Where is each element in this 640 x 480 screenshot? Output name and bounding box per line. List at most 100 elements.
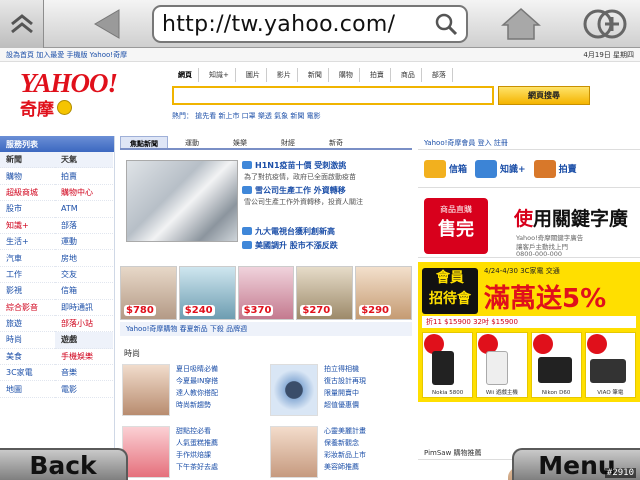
sidebar-item[interactable]: ATM — [55, 201, 113, 218]
sidebar-item[interactable]: 房地 — [55, 250, 113, 267]
feature-line[interactable]: 夏日吸睛必備 — [176, 364, 264, 376]
promo-links-text[interactable]: Yahoo!奇摩購物 春夏新品 下殺 品牌週 — [126, 324, 247, 334]
page-viewport[interactable]: 設為首頁 加入最愛 手機版 Yahoo!奇摩 4月19日 星期四 YAHOO! … — [0, 48, 640, 480]
member-links[interactable]: Yahoo!奇摩會員 登入 註冊 — [424, 138, 508, 148]
news-tab[interactable]: 娛樂 — [216, 136, 264, 148]
promo-item[interactable]: $270 — [296, 266, 354, 320]
news-item[interactable]: H1N1疫苗十價 受刺激挑 — [242, 158, 410, 172]
search-tab[interactable]: 影片 — [271, 68, 298, 82]
feature-item[interactable]: 心靈美麗計畫 保養新觀念 彩妝新品上市 美容師推薦 — [268, 422, 413, 480]
news-headline[interactable]: H1N1疫苗十價 受刺激挑 — [255, 160, 346, 171]
search-tab[interactable]: 部落 — [426, 68, 453, 82]
sidebar-item[interactable]: 電影 — [55, 381, 113, 398]
news-tab[interactable]: 財經 — [264, 136, 312, 148]
url-text[interactable]: http://tw.yahoo.com/ — [162, 12, 426, 37]
sale-product[interactable]: Nikon D60 — [530, 332, 582, 398]
sidebar-item[interactable]: 工作 — [0, 267, 55, 284]
news-item[interactable]: 九大電視台獲利創新高 — [242, 224, 410, 238]
feature-item[interactable]: 甜點控必看 人氣蛋糕推薦 手作烘焙課 下午茶好去處 — [120, 422, 265, 480]
member-service-auction[interactable]: 拍賣 — [533, 159, 577, 178]
search-tab[interactable]: 商品 — [395, 68, 422, 82]
promo-item[interactable]: $780 — [120, 266, 177, 320]
sidebar-item[interactable]: 新聞 — [0, 152, 55, 169]
keyword-ad[interactable]: 商品直購 售完 使用關鍵字廣 Yahoo!奇摩關鍵字廣告 讓客戶主動找上門 08… — [418, 192, 640, 258]
sidebar-item[interactable]: 超級商城 — [0, 185, 55, 202]
feature-line[interactable]: 達人教你搭配 — [176, 388, 264, 400]
feature-line[interactable]: 時尚新趨勢 — [176, 400, 264, 412]
sidebar-item[interactable]: 3C家電 — [0, 365, 55, 382]
sidebar-item[interactable]: 影視 — [0, 283, 55, 300]
feature-item[interactable]: 夏日吸睛必備 今夏最IN穿搭 達人教你搭配 時尚新趨勢 — [120, 360, 265, 418]
news-photo[interactable] — [126, 160, 238, 242]
sidebar-item[interactable]: 地圖 — [0, 381, 55, 398]
feature-thumb[interactable] — [270, 426, 318, 478]
promo-item[interactable]: $370 — [237, 266, 295, 320]
news-item[interactable]: 雪公司生產工作 外資轉移 — [242, 183, 410, 197]
promo-item[interactable]: $240 — [178, 266, 236, 320]
feature-thumb[interactable] — [122, 426, 170, 478]
sidebar-item[interactable]: 股市 — [0, 201, 55, 218]
home-button[interactable] — [496, 0, 546, 48]
fan-bar-title[interactable]: PimSaw 購物推薦 — [424, 448, 482, 458]
feature-line[interactable]: 人氣蛋糕推薦 — [176, 438, 264, 450]
sidebar-item[interactable]: 即時通訊 — [55, 300, 113, 316]
sale-banner[interactable]: 會員 招待會 4/24-4/30 3C家電 交通 滿萬送5% 折11 $1590… — [418, 262, 640, 402]
sale-price-text[interactable]: 折11 $15900 32吋 $15900 — [426, 317, 518, 327]
sidebar-item[interactable]: 時尚 — [0, 332, 55, 349]
sidebar-item[interactable]: 信箱 — [55, 283, 113, 300]
sidebar-item[interactable]: 生活+ — [0, 234, 55, 251]
sidebar-item[interactable]: 運動 — [55, 234, 113, 251]
news-headline[interactable]: 美國調升 股市不漲反跌 — [255, 240, 338, 251]
search-tab[interactable]: 新聞 — [302, 68, 329, 82]
sidebar-item[interactable]: 知識+ — [0, 218, 55, 234]
news-tab[interactable]: 新奇 — [312, 136, 360, 148]
feature-line[interactable]: 超值優惠價 — [324, 400, 412, 412]
search-tab[interactable]: 拍賣 — [364, 68, 391, 82]
sidebar-item[interactable]: 遊戲 — [55, 332, 113, 349]
sidebar-item[interactable]: 部落 — [55, 218, 113, 234]
feature-line[interactable]: 限量開賣中 — [324, 388, 412, 400]
feature-line[interactable]: 今夏最IN穿搭 — [176, 376, 264, 388]
feature-line[interactable]: 復古設計再現 — [324, 376, 412, 388]
feature-thumb[interactable] — [270, 364, 318, 416]
feature-line[interactable]: 保養新觀念 — [324, 438, 412, 450]
yahoo-logo[interactable]: YAHOO! 奇摩 — [20, 68, 140, 122]
feature-line[interactable]: 手作烘焙課 — [176, 450, 264, 462]
url-bar[interactable]: http://tw.yahoo.com/ — [152, 5, 468, 43]
news-headline[interactable]: 雪公司生產工作 外資轉移 — [255, 185, 346, 196]
sidebar-item[interactable]: 手機娛樂 — [55, 349, 113, 366]
search-tab[interactable]: 知識+ — [203, 68, 236, 82]
search-tab[interactable]: 圖片 — [240, 68, 267, 82]
sidebar-item[interactable]: 美食 — [0, 349, 55, 366]
sidebar-item[interactable]: 天氣 — [55, 152, 113, 169]
sidebar-item[interactable]: 交友 — [55, 267, 113, 284]
sale-product[interactable]: Nokia 5800 — [422, 332, 474, 398]
search-tab[interactable]: 購物 — [333, 68, 360, 82]
search-input[interactable] — [172, 86, 494, 105]
add-bookmark-button[interactable] — [574, 0, 634, 48]
feature-line[interactable]: 心靈美麗計畫 — [324, 426, 412, 438]
member-service-answers[interactable]: 知識+ — [475, 159, 526, 178]
search-tab[interactable]: 網頁 — [172, 68, 199, 82]
feature-line[interactable]: 拍立得相機 — [324, 364, 412, 376]
feature-thumb[interactable] — [122, 364, 170, 416]
feature-line[interactable]: 美容師推薦 — [324, 462, 412, 474]
hot-keywords[interactable]: 熱門： 搶先看 新上市 口罩 樂透 氣象 新聞 電影 — [172, 111, 321, 121]
promo-item[interactable]: $290 — [355, 266, 412, 320]
sidebar-item[interactable]: 部落小站 — [55, 316, 113, 333]
feature-item[interactable]: 拍立得相機 復古設計再現 限量開賣中 超值優惠價 — [268, 360, 413, 418]
news-headline[interactable]: 九大電視台獲利創新高 — [255, 226, 335, 237]
sidebar-item[interactable]: 汽車 — [0, 250, 55, 267]
sidebar-item[interactable]: 購物 — [0, 168, 55, 185]
news-item[interactable]: 美國調升 股市不漲反跌 — [242, 238, 410, 252]
url-search-button[interactable] — [426, 7, 466, 41]
feature-line[interactable]: 彩妝新品上市 — [324, 450, 412, 462]
sidebar-item[interactable]: 旅遊 — [0, 316, 55, 333]
feature-line[interactable]: 下午茶好去處 — [176, 462, 264, 474]
back-arrow-button[interactable] — [82, 0, 132, 48]
sidebar-item[interactable]: 音樂 — [55, 365, 113, 382]
back-softkey[interactable]: Back — [0, 448, 128, 480]
search-button[interactable]: 網頁搜尋 — [498, 86, 590, 105]
feature-line[interactable]: 甜點控必看 — [176, 426, 264, 438]
sidebar-item[interactable]: 綜合影音 — [0, 300, 55, 316]
